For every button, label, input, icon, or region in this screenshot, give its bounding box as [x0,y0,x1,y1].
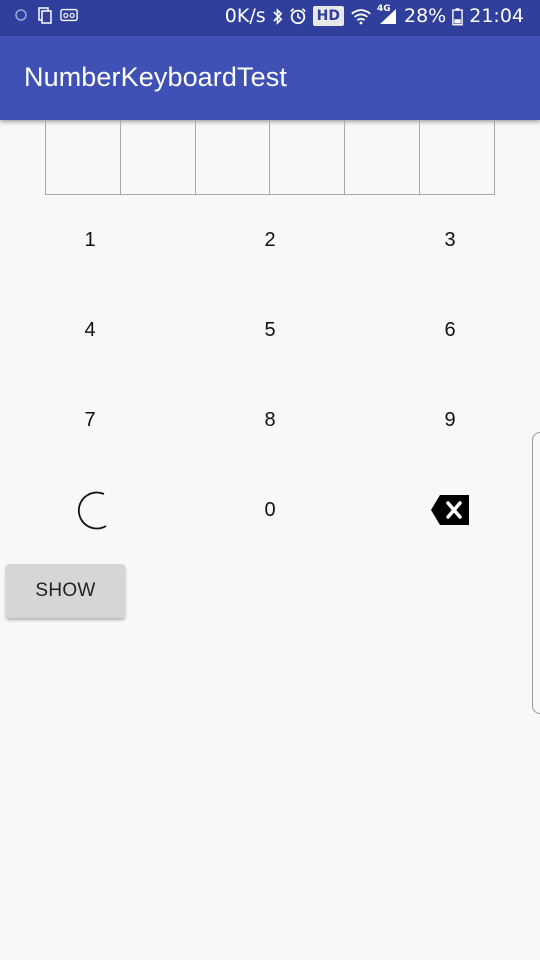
app-title: NumberKeyboardTest [24,62,287,92]
signal-label: 4G [377,4,391,14]
voicemail-icon [60,8,78,22]
status-bar: 0K/s HD 4G 28% 21:04 [0,0,540,36]
spinner-icon [77,491,107,530]
hd-badge: HD [312,6,344,26]
pin-input-row[interactable] [45,120,495,195]
key-1[interactable]: 1 [0,195,180,285]
key-7[interactable]: 7 [0,375,180,465]
bluetooth-icon [272,7,282,25]
pin-cell[interactable] [119,120,195,194]
app-bar: NumberKeyboardTest [0,36,540,120]
backspace-icon [431,495,469,525]
key-0[interactable]: 0 [180,465,360,555]
pin-cell[interactable] [269,120,344,194]
network-speed: 0K/s [224,5,266,27]
notification-icon [15,9,27,21]
wifi-icon [351,8,371,24]
pin-cell[interactable] [46,120,120,194]
key-spinner[interactable] [0,465,180,555]
edge-panel-handle[interactable] [532,432,540,714]
key-2[interactable]: 2 [180,195,360,285]
status-right-icons: 0K/s HD 4G 28% 21:04 [224,4,524,27]
battery-icon [452,7,464,25]
file-icon [38,7,52,24]
key-6[interactable]: 6 [360,285,540,375]
pin-cell[interactable] [194,120,270,194]
status-left-icons [12,6,78,24]
key-backspace[interactable] [360,465,540,555]
show-button[interactable]: SHOW [6,564,125,618]
battery-percent: 28% [404,5,447,27]
alarm-icon [289,8,306,25]
key-9[interactable]: 9 [360,375,540,465]
clock: 21:04 [469,5,524,27]
pin-cell[interactable] [419,120,494,194]
pin-cell[interactable] [344,120,419,194]
key-5[interactable]: 5 [180,285,360,375]
key-4[interactable]: 4 [0,285,180,375]
key-3[interactable]: 3 [360,195,540,285]
signal-icon: 4G [377,4,398,25]
key-8[interactable]: 8 [180,375,360,465]
number-keypad: 1 2 3 4 5 6 7 8 9 0 [0,195,540,555]
